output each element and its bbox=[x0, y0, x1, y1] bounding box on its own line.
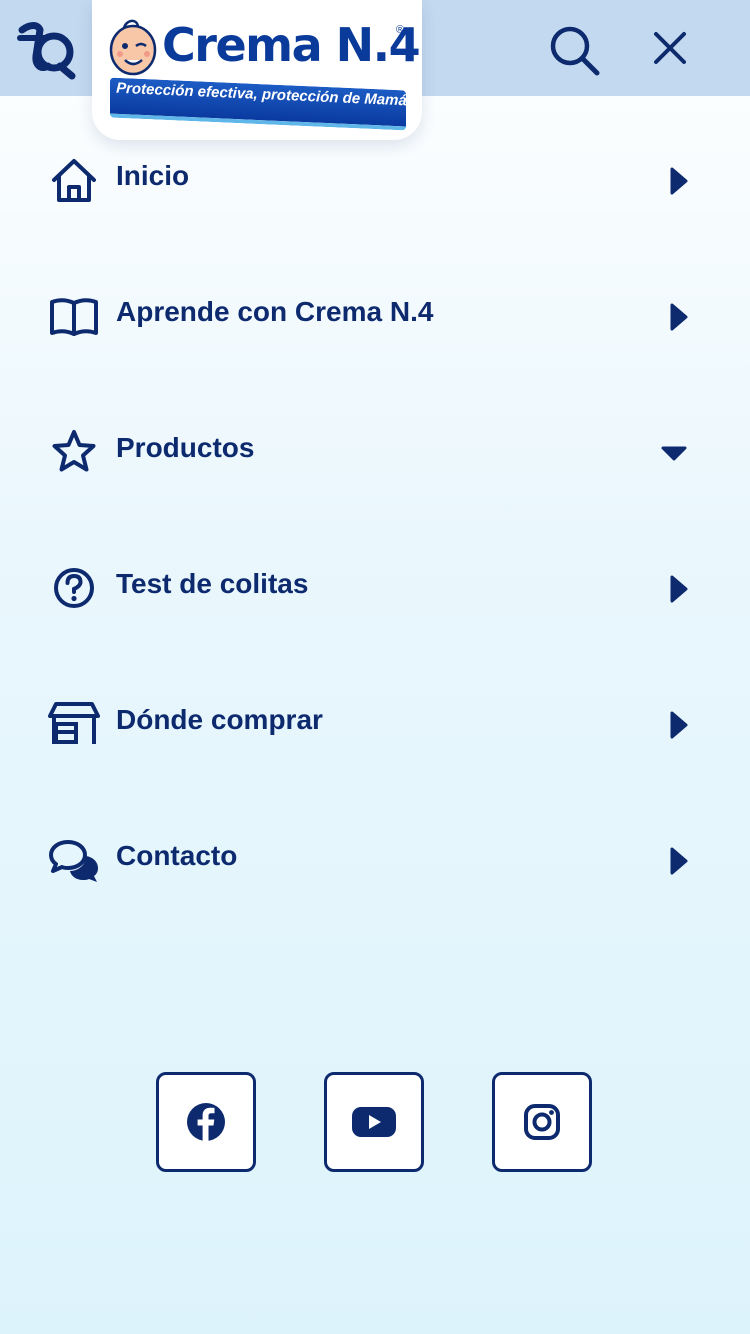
book-icon bbox=[50, 298, 98, 336]
instagram-button[interactable] bbox=[492, 1072, 592, 1172]
registered-mark: ® bbox=[396, 24, 405, 36]
menu-item-donde-comprar[interactable]: Dónde comprar bbox=[0, 656, 750, 792]
menu-item-label: Dónde comprar bbox=[116, 704, 323, 735]
chevron-right-icon bbox=[670, 711, 688, 739]
menu-item-inicio[interactable]: Inicio bbox=[0, 112, 750, 248]
search-button[interactable] bbox=[546, 22, 602, 78]
close-menu-button[interactable] bbox=[644, 22, 696, 74]
youtube-button[interactable] bbox=[324, 1072, 424, 1172]
menu-item-contacto[interactable]: Contacto bbox=[0, 792, 750, 928]
menu-item-label: Contacto bbox=[116, 840, 238, 871]
home-icon bbox=[52, 159, 96, 202]
store-icon bbox=[48, 702, 100, 744]
question-icon bbox=[54, 568, 94, 608]
close-icon bbox=[654, 32, 686, 64]
facebook-icon bbox=[187, 1103, 225, 1141]
chevron-right-icon bbox=[670, 575, 688, 603]
baby-face-icon bbox=[109, 19, 157, 76]
menu-item-productos[interactable]: Productos bbox=[0, 384, 750, 520]
star-icon bbox=[52, 430, 96, 472]
menu-item-test-colitas[interactable]: Test de colitas bbox=[0, 520, 750, 656]
search-icon bbox=[550, 26, 600, 76]
menu-item-label: Aprende con Crema N.4 bbox=[116, 296, 434, 327]
facebook-button[interactable] bbox=[156, 1072, 256, 1172]
menu-item-label: Inicio bbox=[116, 160, 190, 191]
brand-name: Crema N.4 bbox=[162, 18, 421, 72]
instagram-icon bbox=[524, 1104, 560, 1140]
menu-item-label: Test de colitas bbox=[116, 568, 309, 599]
chevron-right-icon bbox=[670, 167, 688, 195]
chevron-right-icon bbox=[670, 303, 688, 331]
menu-item-aprende[interactable]: Aprende con Crema N.4 bbox=[0, 248, 750, 384]
youtube-icon bbox=[352, 1107, 396, 1137]
chevron-right-icon bbox=[670, 847, 688, 875]
chevron-down-icon bbox=[661, 446, 687, 461]
navigation-menu: Inicio Aprende con Crema N.4 Productos T… bbox=[0, 112, 750, 928]
chat-icon bbox=[49, 840, 98, 882]
corporate-logo[interactable] bbox=[14, 16, 78, 80]
menu-item-label: Productos bbox=[116, 432, 255, 463]
